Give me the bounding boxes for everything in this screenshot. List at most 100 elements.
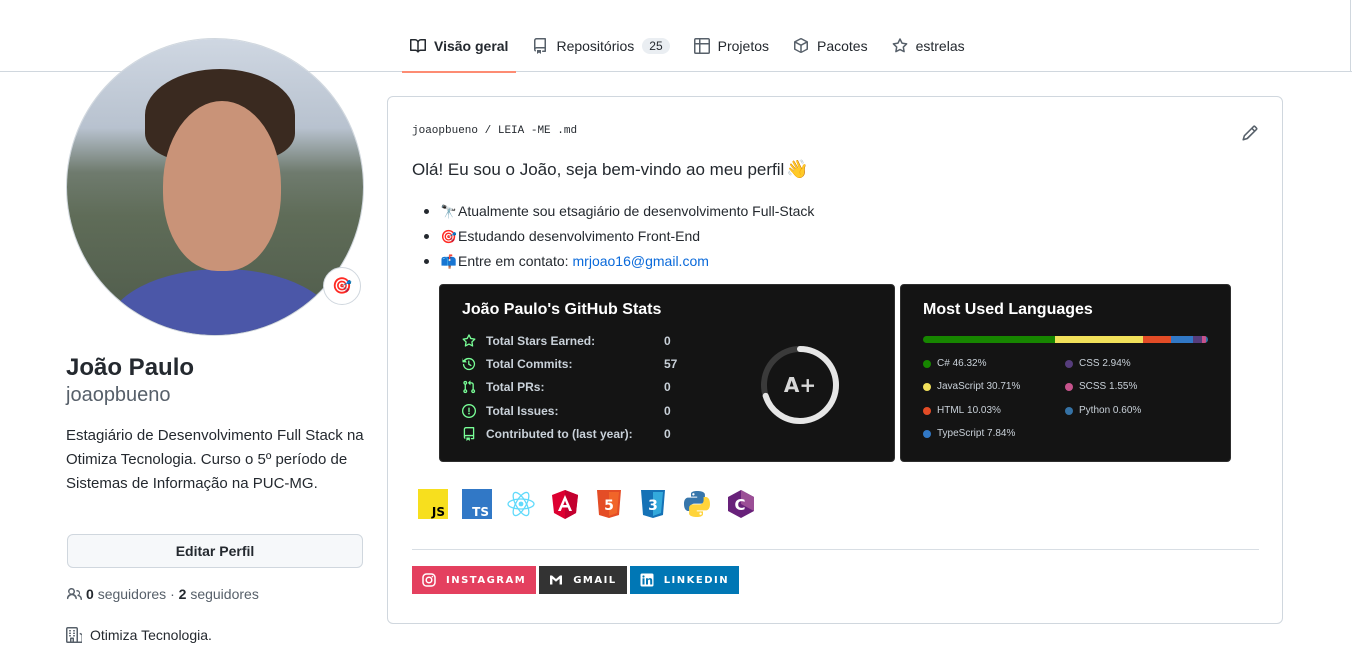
languages-bar <box>923 336 1208 343</box>
pencil-icon[interactable] <box>1242 125 1258 141</box>
tech-icons-row: JS TS 5 3 C <box>418 489 770 519</box>
avatar-photo <box>67 39 363 335</box>
stat-label: Total PRs: <box>486 380 545 394</box>
social-badges: INSTAGRAM GMAIL LINKEDIN <box>412 566 742 594</box>
tab-stars-label: estrelas <box>915 38 965 54</box>
css3-text: 3 <box>648 498 658 514</box>
language-bar-segment <box>1171 336 1194 343</box>
telescope-icon: 🔭 <box>440 204 458 219</box>
tab-packages[interactable]: Pacotes <box>785 22 876 72</box>
book-icon <box>410 38 426 53</box>
language-dot <box>1065 406 1073 415</box>
status-emoji-button[interactable]: 🎯 <box>323 267 361 305</box>
followers-separator: · <box>170 586 175 602</box>
python-icon <box>682 489 712 519</box>
stat-value: 0 <box>664 334 671 348</box>
readme-path-file[interactable]: LEIA -ME .md <box>498 125 577 137</box>
history-icon <box>462 357 476 371</box>
avatar-shirt <box>107 269 337 335</box>
email-link[interactable]: mrjoao16@gmail.com <box>573 249 709 274</box>
language-dot <box>923 406 931 415</box>
tab-overview[interactable]: Visão geral <box>402 22 517 73</box>
language-dot <box>1065 359 1073 368</box>
angular-icon <box>550 489 580 519</box>
table-icon <box>693 38 710 54</box>
stat-value: 0 <box>664 404 671 418</box>
readme-divider <box>412 549 1259 550</box>
ts-text: TS <box>472 505 489 519</box>
linkedin-badge[interactable]: LINKEDIN <box>629 566 740 594</box>
language-name: SCSS <box>1079 381 1107 392</box>
repo-counter: 25 <box>642 38 670 54</box>
language-legend-item: HTML 10.03% <box>923 405 1001 416</box>
readme-box: joaopbueno / LEIA -ME .md Olá! Eu sou o … <box>387 96 1283 624</box>
stats-title: João Paulo's GitHub Stats <box>462 301 662 318</box>
grade-text: A+ <box>784 373 816 397</box>
tab-overview-label: Visão geral <box>434 38 509 54</box>
profile-name: João Paulo <box>66 354 195 381</box>
followers-link[interactable]: 0 seguidores <box>86 586 166 602</box>
tab-repositories-label: Repositórios <box>556 38 635 54</box>
instagram-label: INSTAGRAM <box>446 574 527 586</box>
followers-row: 0 seguidores · 2 seguidores <box>66 586 259 602</box>
language-bar-segment <box>1142 336 1172 343</box>
tab-repositories[interactable]: Repositórios 25 <box>524 22 677 72</box>
react-icon <box>506 489 536 519</box>
github-stats-card[interactable]: João Paulo's GitHub Stats Total Stars Ea… <box>439 284 895 462</box>
list-item: 🎯 Estudando desenvolvimento Front-End <box>423 224 814 249</box>
language-dot <box>923 429 931 438</box>
bullet-text: Entre em contato: <box>458 253 569 269</box>
readme-path-user[interactable]: joaopbueno <box>412 125 478 137</box>
organization-row: Otimiza Tecnologia. <box>66 627 212 643</box>
language-legend-item: SCSS 1.55% <box>1065 381 1137 392</box>
language-percent: 0.60% <box>1112 405 1142 416</box>
tab-projects-label: Projetos <box>717 38 769 54</box>
tab-projects[interactable]: Projetos <box>686 22 777 72</box>
language-bar-segment <box>1055 336 1143 343</box>
readme-path: joaopbueno / LEIA -ME .md <box>412 125 577 137</box>
mailbox-icon: 📫 <box>440 254 458 269</box>
edit-profile-button[interactable]: Editar Perfil <box>67 534 363 568</box>
list-item: 🔭 Atualmente sou etsagiário de desenvolv… <box>423 199 815 224</box>
profile-bio: Estagiário de Desenvolvimento Full Stack… <box>66 427 364 492</box>
bullet-text: Atualmente sou etsagiário de desenvolvim… <box>458 203 815 219</box>
language-dot <box>1065 382 1073 391</box>
readme-title: Olá! Eu sou o João, seja bem-vindo ao me… <box>412 159 809 180</box>
instagram-badge[interactable]: INSTAGRAM <box>412 566 537 594</box>
language-percent: 1.55% <box>1109 381 1138 392</box>
avatar[interactable] <box>66 38 364 336</box>
stat-value: 0 <box>664 380 671 394</box>
gmail-badge[interactable]: GMAIL <box>539 566 627 594</box>
stat-row-prs: Total PRs: <box>462 380 544 394</box>
csharp-icon: C <box>726 489 756 519</box>
html5-icon: 5 <box>594 489 624 519</box>
grade-ring: A+ <box>761 346 839 424</box>
language-percent: 30.71% <box>986 381 1021 392</box>
tab-packages-label: Pacotes <box>817 38 868 54</box>
bullet-text: Estudando desenvolvimento Front-End <box>458 228 701 244</box>
linkedin-icon <box>640 573 654 587</box>
target-icon: 🎯 <box>332 278 352 295</box>
language-name: CSS <box>1079 358 1100 369</box>
instagram-icon <box>422 573 436 587</box>
language-percent: 10.03% <box>967 405 1001 416</box>
javascript-icon: JS <box>418 489 448 519</box>
stat-label: Total Commits: <box>486 357 573 371</box>
issue-icon <box>462 404 476 418</box>
followers-count: 0 <box>86 586 94 602</box>
stat-row-issues: Total Issues: <box>462 404 558 418</box>
list-item: 📫 Entre em contato: mrjoao16@gmail.com <box>423 249 814 274</box>
stat-value: 57 <box>664 357 678 371</box>
tab-stars[interactable]: estrelas <box>884 22 973 72</box>
followers-label: seguidores <box>97 586 167 602</box>
stat-label: Total Stars Earned: <box>486 334 596 348</box>
language-legend-item: JavaScript 30.71% <box>923 381 1020 392</box>
typescript-icon: TS <box>462 489 492 519</box>
languages-title: Most Used Languages <box>923 301 1093 318</box>
following-link[interactable]: 2 seguidores <box>179 586 259 602</box>
languages-card[interactable]: Most Used Languages C# 46.32% JavaScript … <box>900 284 1231 462</box>
readme-path-sep: / <box>484 125 492 137</box>
organization-name: Otimiza Tecnologia. <box>90 627 212 643</box>
language-name: JavaScript <box>937 381 984 392</box>
waving-hand-icon: 👋 <box>786 159 809 179</box>
